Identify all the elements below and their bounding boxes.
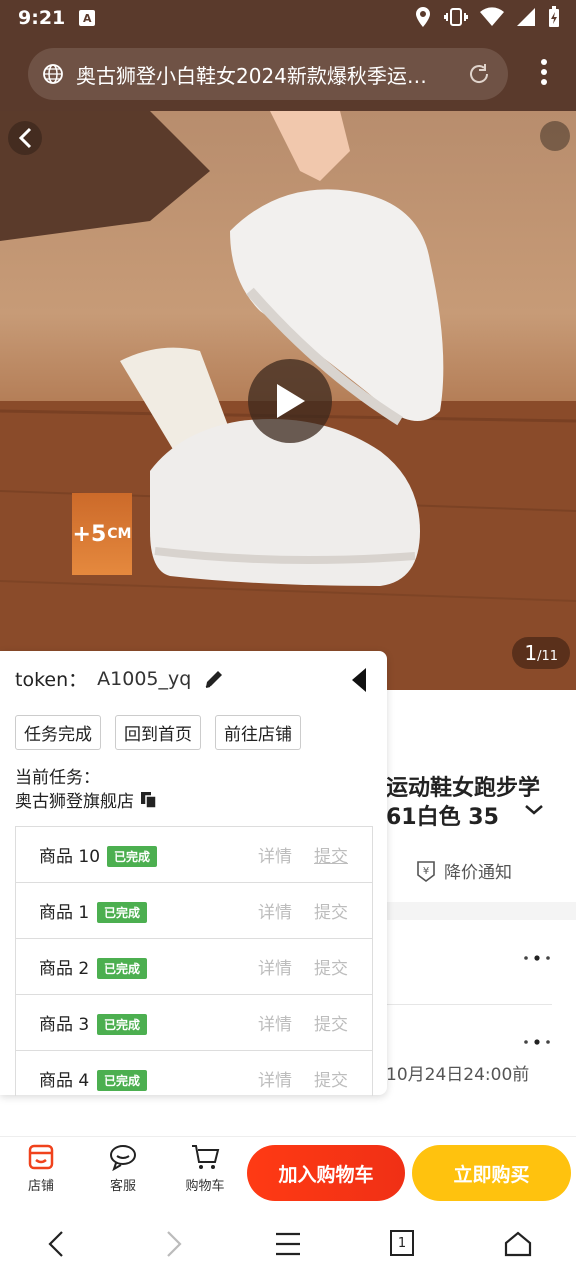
browser-toolbar: 奥古狮登小白鞋女2024新款爆秋季运动鞋女跑步学生 xyxy=(0,36,576,111)
signal-icon xyxy=(517,8,535,26)
play-icon xyxy=(277,384,305,418)
reload-icon[interactable] xyxy=(466,61,492,87)
product-title-line2: 61白色 35 xyxy=(386,805,499,830)
token-value: A1005_yq xyxy=(97,667,192,690)
task-item-name: 商品 3 xyxy=(39,1015,90,1035)
customer-service-button[interactable]: 客服 xyxy=(93,1143,153,1194)
url-title: 奥古狮登小白鞋女2024新款爆秋季运动鞋女跑步学生 xyxy=(76,63,446,88)
more-dots-icon[interactable] xyxy=(522,954,552,962)
nav-back-icon[interactable] xyxy=(46,1230,66,1258)
browser-nav-bar: 1 xyxy=(0,1208,576,1280)
product-title[interactable]: 运动鞋女跑步学 61白色 35 xyxy=(386,774,572,832)
price-notify-label: 降价通知 xyxy=(444,863,512,883)
status-badge: 已完成 xyxy=(97,1014,148,1035)
detail-link[interactable]: 详情 xyxy=(258,1010,292,1035)
detail-link[interactable]: 详情 xyxy=(258,898,292,923)
status-badge: 已完成 xyxy=(97,1070,148,1091)
overflow-menu-icon[interactable] xyxy=(540,58,548,86)
status-badge: 已完成 xyxy=(97,902,148,923)
product-hero-image[interactable]: +5 CM 1/11 xyxy=(0,111,576,690)
copy-icon[interactable] xyxy=(140,791,158,809)
status-icons xyxy=(414,6,560,28)
status-badge: 已完成 xyxy=(107,846,158,867)
chat-icon xyxy=(110,1145,136,1171)
token-label: token： xyxy=(15,669,88,691)
task-item-name: 商品 10 xyxy=(39,847,101,867)
current-store-name: 奥古狮登旗舰店 xyxy=(15,792,134,812)
globe-icon xyxy=(43,64,63,84)
go-store-button[interactable]: 前往店铺 xyxy=(215,715,301,750)
nav-menu-icon[interactable] xyxy=(274,1230,302,1258)
go-home-button[interactable]: 回到首页 xyxy=(115,715,201,750)
nav-tabs-icon[interactable]: 1 xyxy=(390,1230,414,1256)
current-task-label: 当前任务： xyxy=(15,768,100,788)
product-title-line1: 运动鞋女跑步学 xyxy=(386,776,541,801)
chevron-down-icon[interactable] xyxy=(524,804,544,816)
store-icon xyxy=(28,1144,54,1170)
task-item-name: 商品 1 xyxy=(39,903,90,923)
svg-text:¥: ¥ xyxy=(423,866,429,877)
back-arrow-icon xyxy=(18,127,32,149)
status-time: 9:21 xyxy=(18,7,66,29)
store-label: 店铺 xyxy=(27,1179,54,1194)
url-bar[interactable]: 奥古狮登小白鞋女2024新款爆秋季运动鞋女跑步学生 xyxy=(28,48,508,100)
submit-link[interactable]: 提交 xyxy=(314,898,348,923)
image-page-counter: 1/11 xyxy=(512,637,570,669)
add-to-cart-button[interactable]: 加入购物车 xyxy=(247,1145,405,1201)
status-bar: 9:21 A xyxy=(0,0,576,36)
task-item-name: 商品 2 xyxy=(39,959,90,979)
status-a-badge: A xyxy=(79,10,96,26)
store-button[interactable]: 店铺 xyxy=(11,1143,71,1194)
height-value: +5 xyxy=(72,521,107,547)
collapse-triangle-icon[interactable] xyxy=(351,667,367,693)
submit-link[interactable]: 提交 xyxy=(314,1010,348,1035)
status-badge: 已完成 xyxy=(97,958,148,979)
price-notify-button[interactable]: ¥ 降价通知 xyxy=(414,858,512,883)
task-complete-button[interactable]: 任务完成 xyxy=(15,715,101,750)
nav-home-icon[interactable] xyxy=(504,1230,532,1258)
submit-link[interactable]: 提交 xyxy=(314,842,348,867)
submit-link[interactable]: 提交 xyxy=(314,1066,348,1091)
play-video-button[interactable] xyxy=(248,359,332,443)
page-current: 1 xyxy=(524,641,538,665)
token-row: token： A1005_yq xyxy=(15,665,225,692)
more-options-button[interactable] xyxy=(540,121,570,151)
price-tag-icon: ¥ xyxy=(417,860,435,882)
page-total: /11 xyxy=(537,649,558,664)
table-row: 商品 2 已完成 详情 提交 xyxy=(16,939,372,995)
panel-button-row: 任务完成 回到首页 前往店铺 xyxy=(15,715,301,750)
table-row: 商品 3 已完成 详情 提交 xyxy=(16,995,372,1051)
height-unit: CM xyxy=(107,526,132,542)
nav-forward-icon[interactable] xyxy=(164,1230,184,1258)
task-list: 商品 10 已完成 详情 提交 商品 1 已完成 详情 提交 商品 2 已完成 … xyxy=(15,826,373,1096)
table-row: 商品 1 已完成 详情 提交 xyxy=(16,883,372,939)
location-icon xyxy=(416,7,430,27)
cart-button[interactable]: 购物车 xyxy=(175,1143,235,1194)
more-dots-icon[interactable] xyxy=(522,1038,552,1046)
edit-icon[interactable] xyxy=(203,668,225,690)
service-label: 客服 xyxy=(109,1179,136,1194)
height-badge: +5 CM xyxy=(72,493,132,575)
divider xyxy=(386,1004,552,1005)
cart-label: 购物车 xyxy=(185,1179,225,1194)
detail-link[interactable]: 详情 xyxy=(258,1066,292,1091)
bottom-action-bar: 店铺 客服 购物车 加入购物车 立即购买 xyxy=(0,1136,576,1208)
task-item-name: 商品 4 xyxy=(39,1071,90,1091)
table-row: 商品 4 已完成 详情 提交 xyxy=(16,1051,372,1096)
task-panel: token： A1005_yq 任务完成 回到首页 前往店铺 当前任务： 奥古狮… xyxy=(0,651,387,1096)
current-task-store: 奥古狮登旗舰店 xyxy=(15,787,158,812)
cart-icon xyxy=(192,1145,220,1169)
table-row: 商品 10 已完成 详情 提交 xyxy=(16,827,372,883)
detail-link[interactable]: 详情 xyxy=(258,954,292,979)
submit-link[interactable]: 提交 xyxy=(314,954,348,979)
buy-now-button[interactable]: 立即购买 xyxy=(412,1145,571,1201)
back-button[interactable] xyxy=(8,121,42,155)
wifi-icon xyxy=(480,7,504,27)
battery-icon xyxy=(549,6,559,27)
deadline-text: 10月24日24:00前 xyxy=(386,1065,530,1085)
vibrate-icon xyxy=(444,8,468,26)
detail-link[interactable]: 详情 xyxy=(258,842,292,867)
